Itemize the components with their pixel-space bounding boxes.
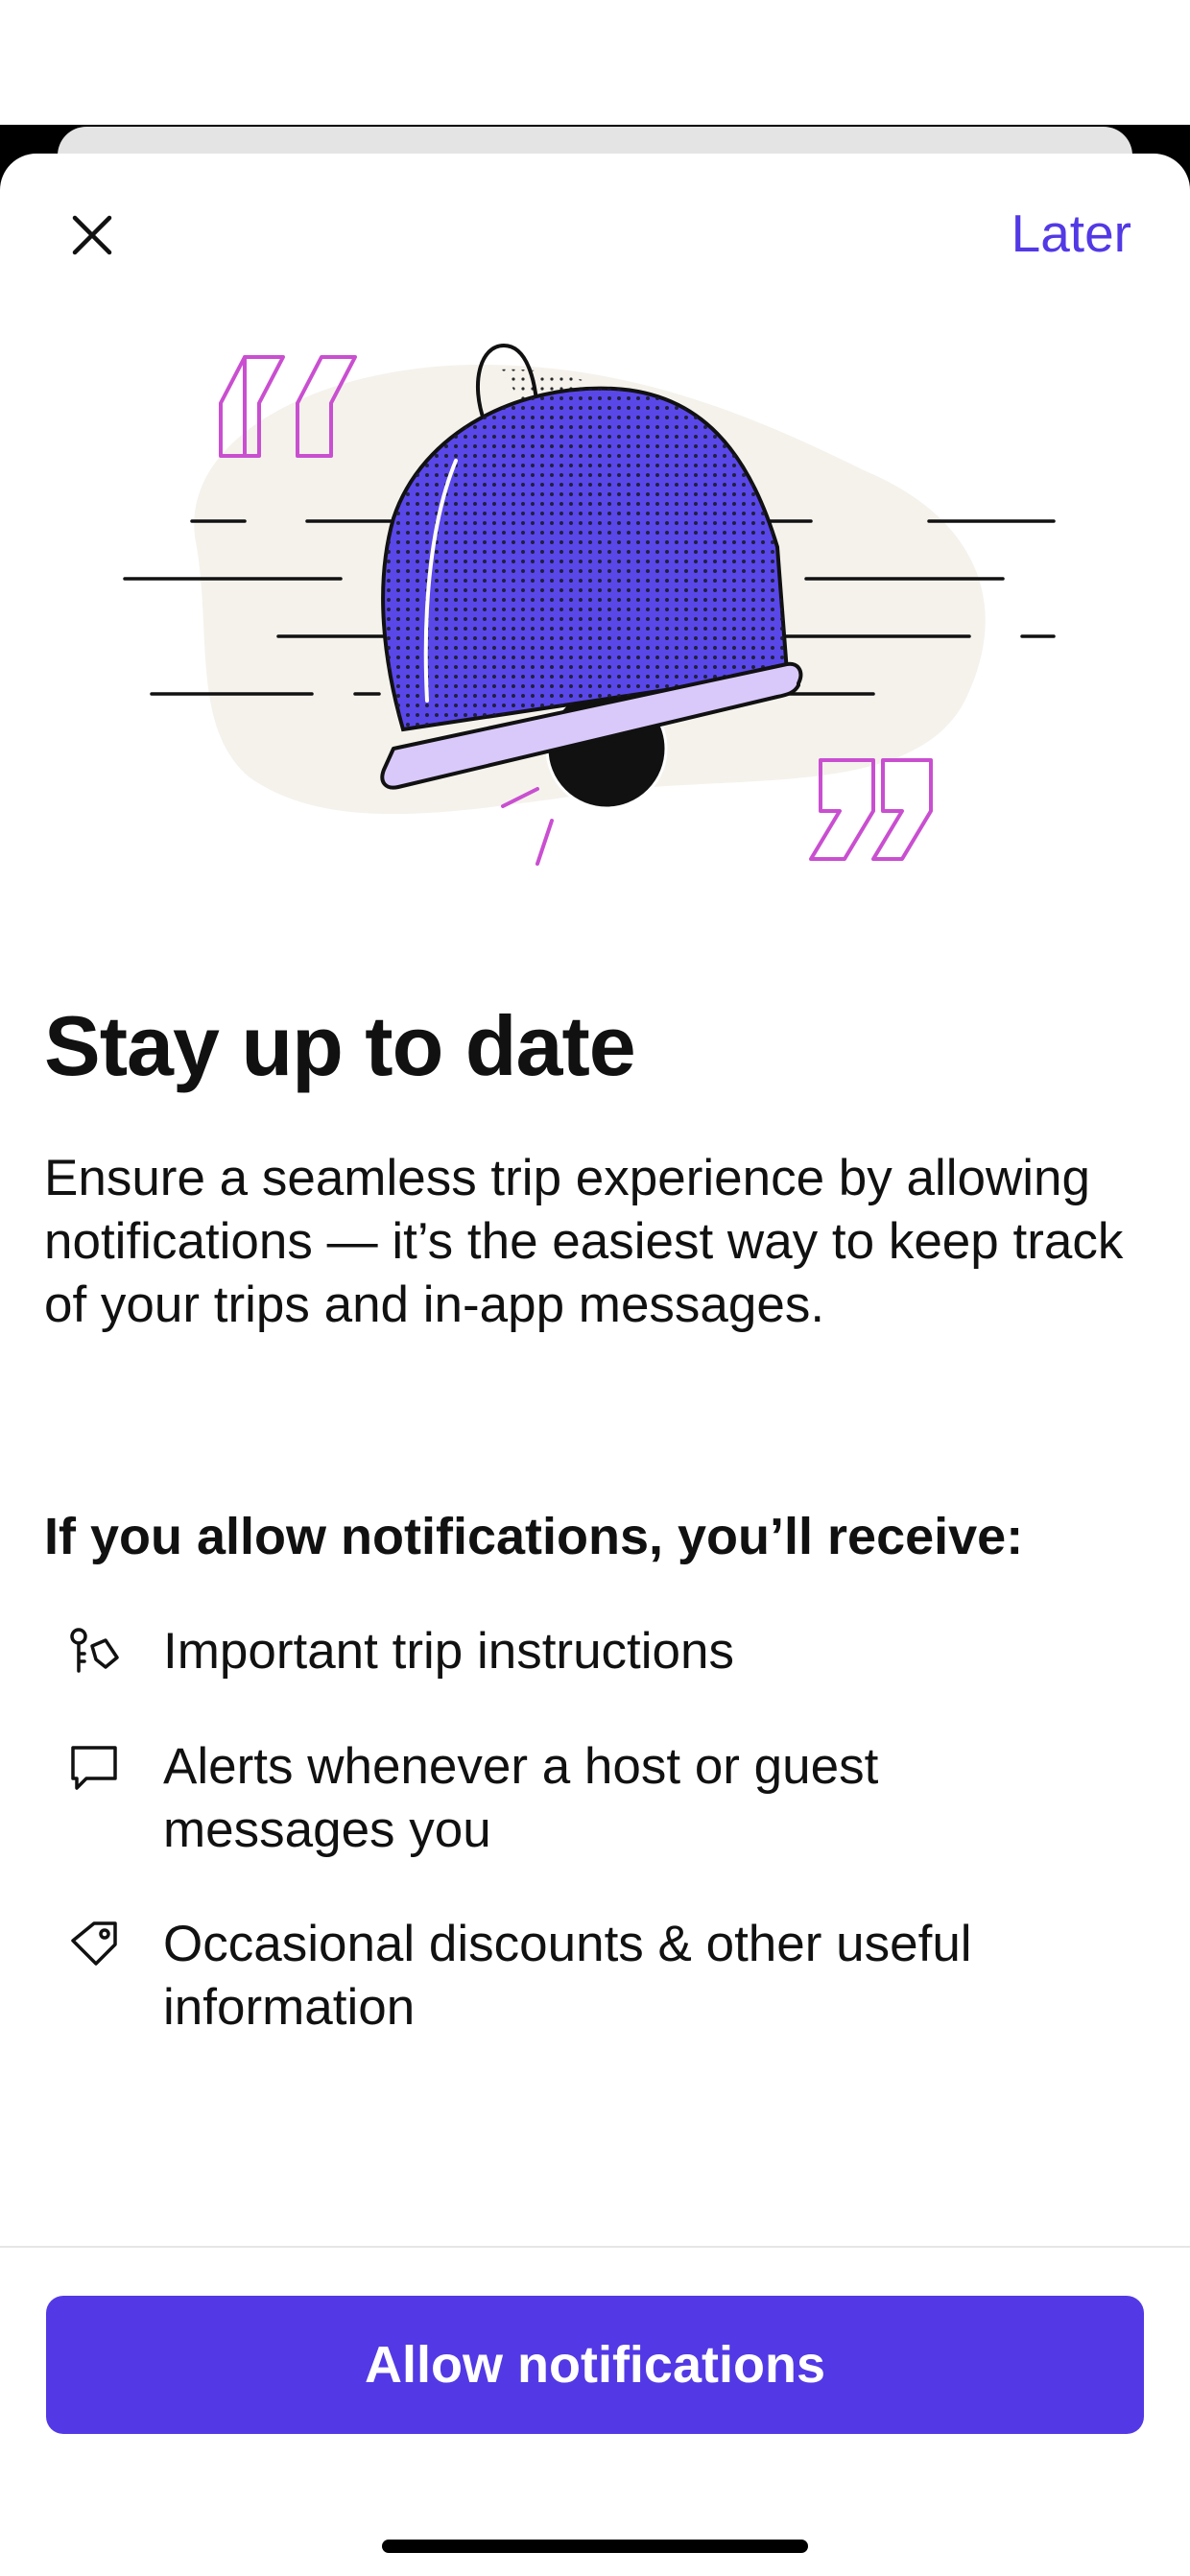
close-icon: [72, 215, 112, 255]
key-icon: [44, 1620, 144, 1683]
chat-bubble-icon: [44, 1735, 144, 1799]
benefit-label: Occasional discounts & other useful info…: [163, 1916, 972, 2036]
allow-notifications-button[interactable]: Allow notifications: [46, 2296, 1144, 2434]
benefit-label: Alerts whenever a host or guest messages…: [163, 1738, 879, 1858]
close-button[interactable]: [54, 197, 131, 274]
benefit-item-trip-instructions: Important trip instructions: [44, 1620, 1148, 1683]
description-text: Ensure a seamless trip experience by all…: [44, 1150, 1124, 1333]
later-button[interactable]: Later: [1012, 200, 1131, 267]
footer-divider: [0, 2246, 1190, 2248]
benefit-label: Important trip instructions: [163, 1623, 735, 1680]
tag-icon: [44, 1913, 144, 1976]
benefit-item-message-alerts: Alerts whenever a host or guest messages…: [44, 1735, 1148, 1862]
bell-illustration: [123, 343, 1056, 866]
benefit-item-discounts: Occasional discounts & other useful info…: [44, 1913, 1148, 2039]
benefits-heading: If you allow notifications, you’ll recei…: [44, 1508, 1024, 1565]
home-indicator: [382, 2540, 808, 2553]
page-title: Stay up to date: [44, 998, 636, 1093]
